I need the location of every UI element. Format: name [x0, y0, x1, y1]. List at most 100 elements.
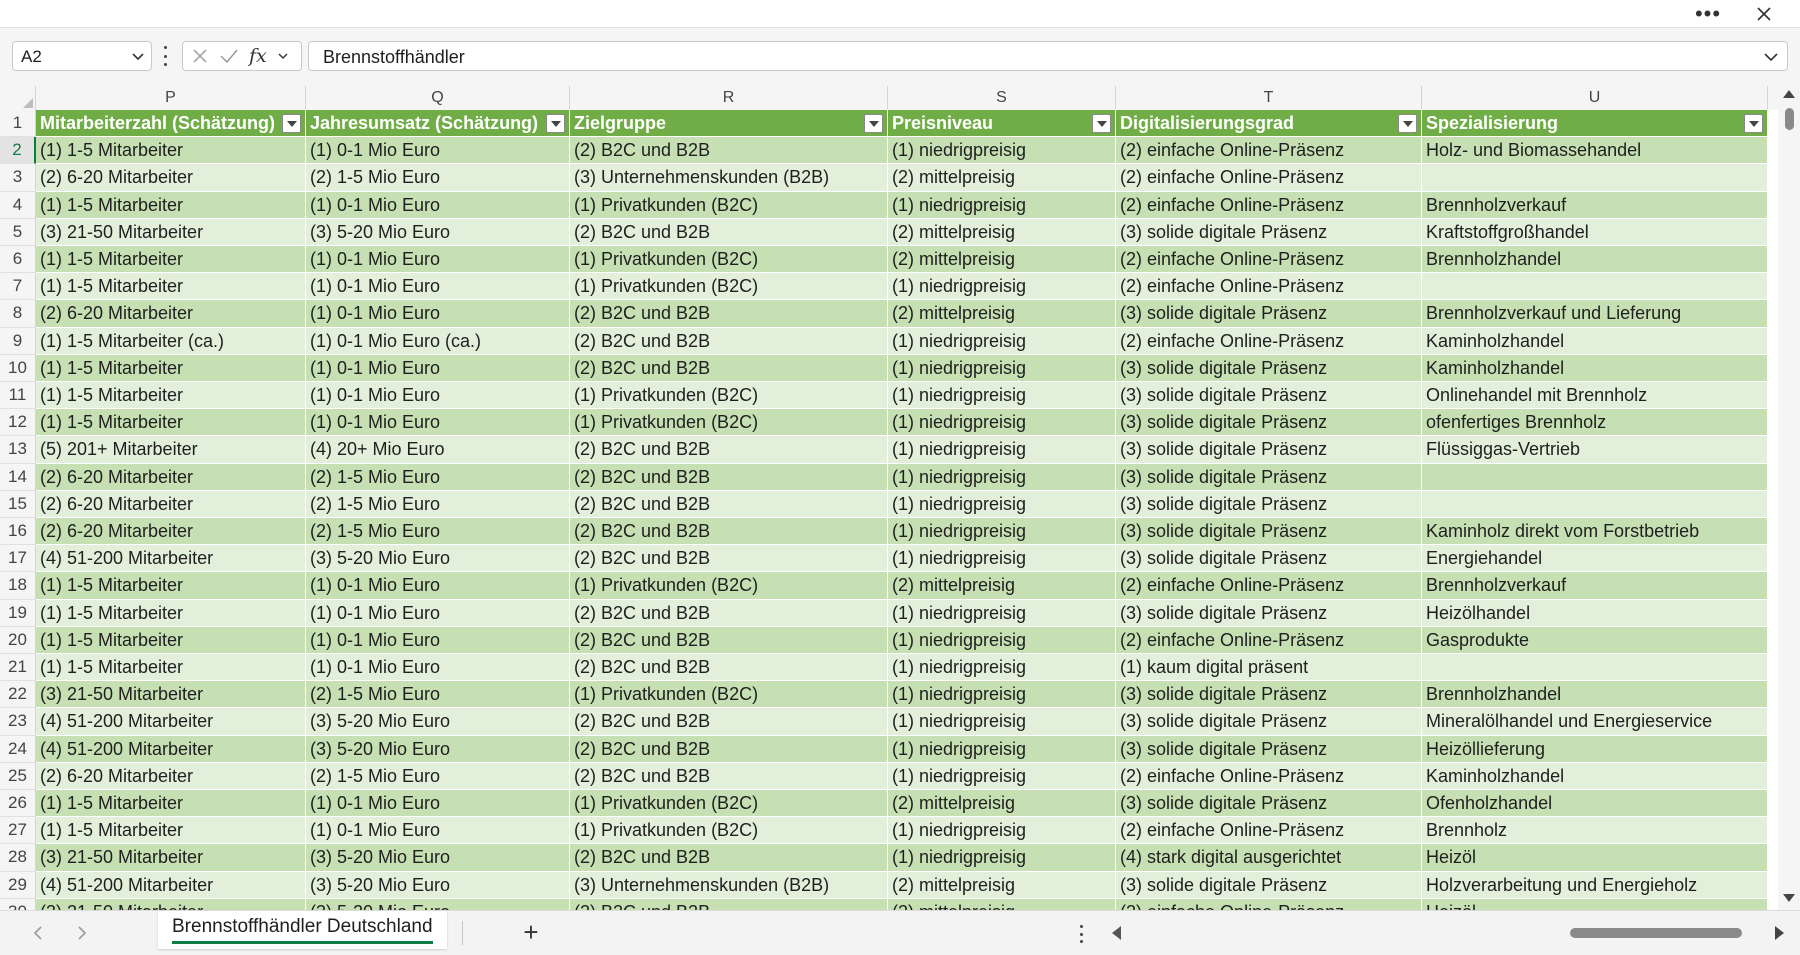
table-cell[interactable]: Energiehandel [1422, 545, 1768, 573]
table-cell[interactable]: (5) 201+ Mitarbeiter [36, 436, 306, 464]
table-cell[interactable]: (3) solide digitale Präsenz [1116, 463, 1422, 491]
table-cell[interactable]: (1) 0-1 Mio Euro [306, 300, 570, 328]
previous-sheet-button[interactable] [26, 921, 50, 945]
table-cell[interactable]: Kaminholzhandel [1422, 327, 1768, 355]
table-cell[interactable]: (1) 0-1 Mio Euro [306, 382, 570, 410]
table-cell[interactable]: (4) 20+ Mio Euro [306, 436, 570, 464]
table-cell[interactable]: (3) solide digitale Präsenz [1116, 790, 1422, 818]
formula-input[interactable]: Brennstoffhändler [308, 41, 1788, 71]
column-title-cell[interactable]: Preisniveau [888, 110, 1116, 138]
scroll-down-icon[interactable] [1783, 894, 1795, 902]
table-cell[interactable]: (2) 1-5 Mio Euro [306, 490, 570, 518]
horizontal-scrollbar[interactable] [1108, 919, 1788, 947]
table-cell[interactable]: (1) niedrigpreisig [888, 599, 1116, 627]
table-cell[interactable]: (1) 1-5 Mitarbeiter [36, 382, 306, 410]
table-cell[interactable]: (2) 6-20 Mitarbeiter [36, 762, 306, 790]
chevron-down-icon[interactable] [131, 49, 145, 63]
table-cell[interactable]: (2) einfache Online-Präsenz [1116, 191, 1422, 219]
table-cell[interactable]: (3) solide digitale Präsenz [1116, 490, 1422, 518]
table-cell[interactable]: (1) 1-5 Mitarbeiter [36, 599, 306, 627]
row-number[interactable]: 18 [0, 572, 36, 600]
table-cell[interactable]: Heizölhandel [1422, 599, 1768, 627]
table-cell[interactable]: (1) niedrigpreisig [888, 273, 1116, 301]
table-cell[interactable]: (3) 5-20 Mio Euro [306, 218, 570, 246]
table-cell[interactable]: (1) 1-5 Mitarbeiter [36, 817, 306, 845]
table-cell[interactable] [1422, 490, 1768, 518]
scroll-left-icon[interactable] [1112, 926, 1121, 940]
table-cell[interactable]: (2) einfache Online-Präsenz [1116, 246, 1422, 274]
table-cell[interactable]: (4) 51-200 Mitarbeiter [36, 871, 306, 899]
table-cell[interactable]: (3) 21-50 Mitarbeiter [36, 218, 306, 246]
table-cell[interactable]: (2) 1-5 Mio Euro [306, 518, 570, 546]
row-number[interactable]: 9 [0, 327, 36, 355]
table-cell[interactable]: Heizöllieferung [1422, 735, 1768, 763]
table-cell[interactable]: (1) niedrigpreisig [888, 681, 1116, 709]
table-cell[interactable]: (3) 21-50 Mitarbeiter [36, 844, 306, 872]
add-sheet-button[interactable]: + [518, 919, 544, 946]
tab-bar-more-icon[interactable] [1078, 925, 1084, 943]
row-number[interactable]: 28 [0, 844, 36, 872]
column-title-cell[interactable]: Jahresumsatz (Schätzung) [306, 110, 570, 138]
row-number[interactable]: 6 [0, 246, 36, 274]
row-number[interactable]: 27 [0, 817, 36, 845]
table-cell[interactable]: (1) 0-1 Mio Euro [306, 599, 570, 627]
table-cell[interactable]: (3) 5-20 Mio Euro [306, 735, 570, 763]
table-cell[interactable]: Brennholzhandel [1422, 246, 1768, 274]
table-cell[interactable]: (2) B2C und B2B [570, 898, 888, 910]
table-cell[interactable]: (2) B2C und B2B [570, 327, 888, 355]
table-cell[interactable]: Brennholzverkauf [1422, 191, 1768, 219]
table-cell[interactable] [1422, 164, 1768, 192]
table-cell[interactable]: (2) B2C und B2B [570, 626, 888, 654]
table-cell[interactable]: (2) B2C und B2B [570, 844, 888, 872]
table-cell[interactable]: Brennholzverkauf [1422, 572, 1768, 600]
filter-dropdown-icon[interactable] [864, 114, 883, 133]
table-cell[interactable]: (1) niedrigpreisig [888, 817, 1116, 845]
row-number[interactable]: 24 [0, 735, 36, 763]
table-cell[interactable]: (1) 1-5 Mitarbeiter [36, 354, 306, 382]
table-cell[interactable]: (3) solide digitale Präsenz [1116, 708, 1422, 736]
table-cell[interactable]: (2) B2C und B2B [570, 518, 888, 546]
column-header-s[interactable]: S [888, 86, 1116, 110]
table-cell[interactable]: (1) niedrigpreisig [888, 137, 1116, 165]
table-cell[interactable]: (1) Privatkunden (B2C) [570, 681, 888, 709]
table-cell[interactable]: (3) solide digitale Präsenz [1116, 382, 1422, 410]
table-cell[interactable]: (2) 6-20 Mitarbeiter [36, 164, 306, 192]
table-cell[interactable]: (1) 1-5 Mitarbeiter [36, 626, 306, 654]
table-cell[interactable]: (2) B2C und B2B [570, 137, 888, 165]
table-cell[interactable]: Kaminholzhandel [1422, 354, 1768, 382]
chevron-down-icon[interactable] [277, 50, 289, 62]
table-cell[interactable]: (4) 51-200 Mitarbeiter [36, 708, 306, 736]
table-cell[interactable]: (3) solide digitale Präsenz [1116, 518, 1422, 546]
row-number[interactable]: 8 [0, 300, 36, 328]
insert-function-button[interactable]: fx [249, 45, 267, 67]
table-cell[interactable]: (1) Privatkunden (B2C) [570, 409, 888, 437]
table-cell[interactable]: (2) B2C und B2B [570, 354, 888, 382]
row-number[interactable]: 23 [0, 708, 36, 736]
more-options-button[interactable]: ••• [1688, 0, 1728, 28]
table-cell[interactable]: (1) niedrigpreisig [888, 844, 1116, 872]
table-cell[interactable]: (2) einfache Online-Präsenz [1116, 817, 1422, 845]
table-cell[interactable]: (2) einfache Online-Präsenz [1116, 137, 1422, 165]
row-number[interactable]: 26 [0, 790, 36, 818]
table-cell[interactable]: (3) solide digitale Präsenz [1116, 300, 1422, 328]
table-cell[interactable]: (1) 1-5 Mitarbeiter [36, 273, 306, 301]
column-title-cell[interactable]: Mitarbeiterzahl (Schätzung) [36, 110, 306, 138]
table-cell[interactable]: (3) solide digitale Präsenz [1116, 218, 1422, 246]
table-cell[interactable]: (1) 1-5 Mitarbeiter [36, 790, 306, 818]
table-cell[interactable]: (1) 0-1 Mio Euro [306, 273, 570, 301]
table-cell[interactable]: Kaminholz direkt vom Forstbetrieb [1422, 518, 1768, 546]
table-cell[interactable]: (2) einfache Online-Präsenz [1116, 164, 1422, 192]
table-cell[interactable]: (1) 0-1 Mio Euro [306, 654, 570, 682]
filter-dropdown-icon[interactable] [546, 114, 565, 133]
table-cell[interactable]: (4) 51-200 Mitarbeiter [36, 545, 306, 573]
table-cell[interactable]: (2) B2C und B2B [570, 654, 888, 682]
table-cell[interactable]: (3) solide digitale Präsenz [1116, 681, 1422, 709]
table-cell[interactable]: (1) Privatkunden (B2C) [570, 191, 888, 219]
table-cell[interactable]: (1) 1-5 Mitarbeiter [36, 191, 306, 219]
table-cell[interactable]: (1) Privatkunden (B2C) [570, 246, 888, 274]
column-header-r[interactable]: R [570, 86, 888, 110]
table-cell[interactable]: (1) niedrigpreisig [888, 436, 1116, 464]
table-cell[interactable]: Heizöl [1422, 844, 1768, 872]
close-button[interactable] [1744, 0, 1784, 28]
table-cell[interactable]: (1) niedrigpreisig [888, 191, 1116, 219]
